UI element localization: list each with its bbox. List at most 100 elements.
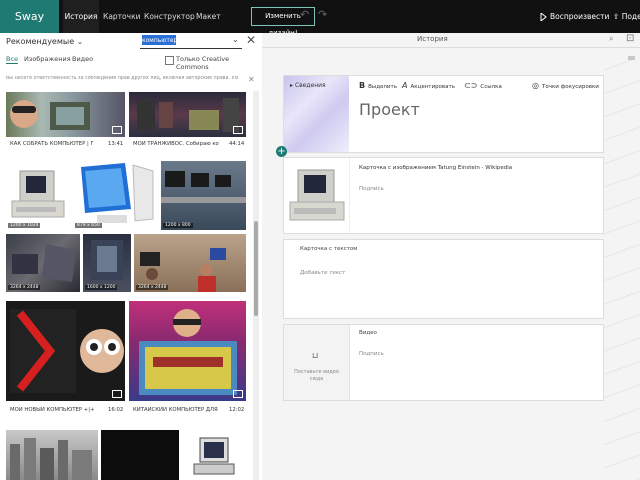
caption-input[interactable]: Подпись [359,351,384,357]
video-thumbnail-image [139,309,237,395]
tab-storyline[interactable]: История [63,0,99,33]
text-card-label: Карточка с текстом [300,246,358,252]
copyright-notice: Вы несете ответственность за соблюдение … [6,76,238,81]
play-label: Воспроизвести [550,12,610,21]
computer-lab-image [161,171,246,203]
play-icon [540,11,547,23]
result-thumbnail[interactable]: 1200 x 1024 [6,161,70,230]
results-scrollbar-thumb[interactable] [254,221,258,316]
video-icon [233,390,243,398]
creative-commons-label: Только Creative Commons [176,55,230,71]
result-thumbnail[interactable] [6,92,125,137]
search-icon[interactable]: ⌕ [609,34,613,44]
video-drop-text: Поставьте видео сюда [294,369,339,382]
background-image-tile[interactable]: ▸ Сведения [284,76,349,152]
search-input[interactable] [142,35,228,45]
tab-designer[interactable]: Конструктор [144,0,195,33]
computer-image [81,163,154,223]
play-button[interactable]: Воспроизвести [540,0,609,33]
search-box[interactable]: ⌄ [140,33,242,49]
result-duration: 44:14 [229,141,245,147]
result-caption: МОЙ ТРАНЖИВОС. Собираю ком... [133,141,219,147]
result-duration: 13:41 [108,141,124,147]
image-card[interactable]: Карточка с изображением Tatung Einstein … [283,157,604,234]
caption-input[interactable]: Подпись [359,186,384,192]
result-thumbnail[interactable] [6,430,98,480]
result-thumbnail[interactable]: 879 x 650 [73,161,158,230]
share-icon: ⇧ [613,12,620,21]
video-thumbnail-image [10,100,90,130]
close-icon[interactable]: ✕ [246,33,256,47]
result-thumbnail[interactable]: 3264 x 2448 [6,234,80,292]
computer-image [289,169,345,221]
result-thumbnail[interactable] [129,301,246,401]
app-brand[interactable]: Sway [0,0,59,33]
background-pattern [604,60,640,480]
video-thumbnail-image [137,98,239,132]
card-image[interactable] [284,158,350,233]
results-grid: КАК СОБРАТЬ КОМПЬЮТЕР | Гайд... 13:41 МО… [0,91,262,480]
video-icon [233,126,243,134]
link-button[interactable]: ⊂⊃ Ссылка [464,81,502,90]
top-bar: Sway История Карточки Конструктор Макет … [0,0,640,37]
result-duration: 12:02 [229,407,245,413]
result-thumbnail[interactable]: 1600 x 1200 [83,234,131,292]
result-thumbnail[interactable] [182,430,246,480]
redo-icon[interactable]: ↷ [318,8,327,21]
source-label: Рекомендуемые [6,37,75,46]
tab-cards[interactable]: Карточки [103,0,140,33]
chevron-down-icon[interactable]: ⌄ [232,35,239,44]
image-size-tag: 879 x 650 [75,223,102,228]
tab-layout[interactable]: Макет [196,0,221,33]
accent-button[interactable]: A Акцентировать [402,81,455,90]
video-card-label: Видео [359,330,377,336]
computer-image [193,437,235,475]
result-caption: МОЙ НОВЫЙ КОМПЬЮТЕР +|+ ... [10,407,94,413]
image-size-tag: 3264 x 2448 [136,285,169,290]
result-thumbnail[interactable]: 3264 x 2448 [134,234,246,292]
text-card[interactable]: Карточка с текстом Добавьте текст [283,239,604,319]
close-icon[interactable]: ✕ [248,75,255,84]
computer-image [12,244,76,282]
collapse-icon[interactable]: ⊡ [626,33,634,44]
background-label: ▸ Сведения [290,82,326,89]
share-label: Поде [621,12,640,21]
focus-points-button[interactable]: ◎ Точки фокусировки [532,81,599,90]
result-caption: КАК СОБРАТЬ КОМПЬЮТЕР | Гайд... [10,141,94,147]
video-thumbnail-image [10,309,124,393]
video-icon [112,390,122,398]
share-button[interactable]: ⇧ Поде [613,0,640,33]
title-card[interactable]: ▸ Сведения B Выделить A Акцентировать ⊂⊃ Сс… [283,75,604,153]
text-input[interactable]: Добавьте текст [300,270,345,276]
creative-commons-checkbox[interactable] [165,56,174,65]
result-thumbnail[interactable] [129,92,246,137]
image-size-tag: 1200 x 800 [163,223,193,228]
result-thumbnail[interactable]: 1200 x 800 [161,161,246,230]
add-card-button[interactable]: + [276,146,287,157]
video-icon [112,126,122,134]
result-thumbnail[interactable] [101,430,179,480]
focus-icon: ◎ [532,81,539,90]
computer-image [11,170,65,218]
image-size-tag: 3264 x 2448 [8,285,41,290]
result-caption: КИТАЙСКИЙ КОМПЬЮТЕР ДЛЯ ... [133,407,219,413]
storyline-title: История [417,35,448,43]
people-at-computers-image [140,248,226,292]
card-heading[interactable]: Проект [359,100,420,119]
emphasize-button[interactable]: B Выделить [359,81,397,90]
video-drop-zone[interactable]: ⊔ Поставьте видео сюда [284,325,350,400]
filter-all[interactable]: Все [6,55,19,64]
image-size-tag: 1200 x 1024 [8,223,41,228]
image-card-text[interactable]: Карточка с изображением Tatung Einstein … [359,165,512,171]
source-dropdown[interactable]: Рекомендуемые ⌄ [6,35,83,49]
bold-icon: B [359,81,366,90]
result-thumbnail[interactable] [6,301,125,401]
filter-video[interactable]: Видео [72,55,93,63]
result-duration: 16:02 [108,407,124,413]
link-icon: ⊂⊃ [464,81,478,90]
video-placeholder-icon: ⊔ [312,351,319,360]
undo-icon[interactable]: ↶ [300,8,309,21]
chevron-down-icon: ⌄ [76,37,84,46]
video-card[interactable]: ⊔ Поставьте видео сюда Видео Подпись [283,324,604,401]
filter-images[interactable]: Изображения [24,55,71,63]
